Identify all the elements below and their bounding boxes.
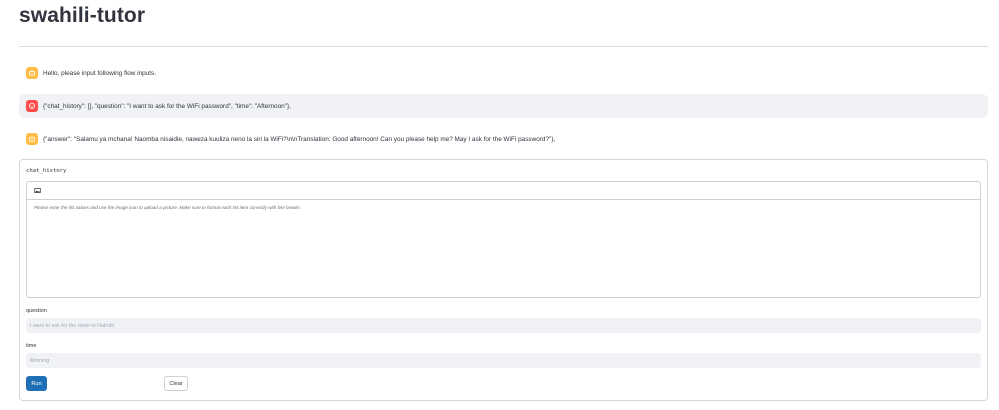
flow-input-form: chat_history Please enter the list value…	[19, 159, 988, 401]
chat-history-editor[interactable]: Please enter the list values and use the…	[26, 181, 981, 298]
chat-message-user: {"chat_history": [], "question": "I want…	[19, 94, 988, 118]
clear-button[interactable]: Clear	[164, 376, 188, 391]
time-placeholder: Morning	[30, 357, 50, 364]
question-input[interactable]: I want to ask for the route to Nairobi	[26, 318, 981, 333]
time-label: time	[26, 343, 37, 349]
run-button[interactable]: Run	[26, 376, 47, 391]
user-icon	[26, 100, 38, 112]
question-placeholder: I want to ask for the route to Nairobi	[30, 322, 114, 329]
chat-history-label: chat_history	[26, 168, 67, 174]
time-input[interactable]: Morning	[26, 353, 981, 368]
chat-message-text: {"chat_history": [], "question": "I want…	[43, 102, 291, 110]
robot-icon	[26, 133, 38, 145]
chat-message-bot: Hello, please input following flow input…	[19, 66, 988, 80]
chat-message-text: Hello, please input following flow input…	[43, 69, 156, 77]
divider	[19, 46, 988, 47]
chat-history-textarea[interactable]: Please enter the list values and use the…	[27, 200, 980, 215]
question-label: question	[26, 308, 47, 314]
page-title: swahili-tutor	[19, 4, 146, 27]
chat-message-text: {"answer": "Salamu ya mchana! Naomba nis…	[43, 135, 556, 143]
robot-icon	[26, 67, 38, 79]
image-icon[interactable]	[32, 186, 42, 196]
editor-toolbar	[27, 182, 980, 200]
chat-message-bot: {"answer": "Salamu ya mchana! Naomba nis…	[19, 132, 988, 146]
